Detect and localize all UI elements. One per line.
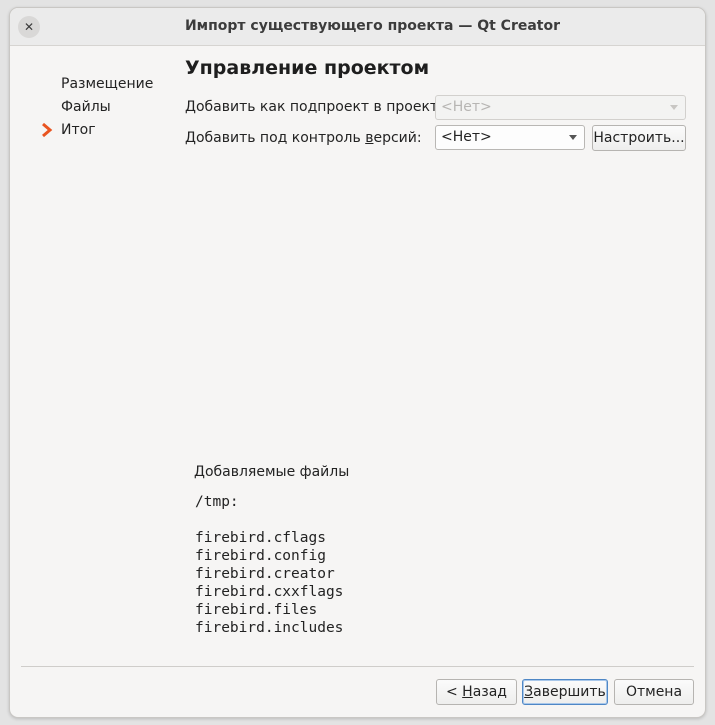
finish-suffix: авершить xyxy=(533,684,606,700)
vcs-value: <Нет> xyxy=(441,129,492,145)
wizard-steps: Размещение Файлы Итог xyxy=(40,74,153,143)
back-prefix: < xyxy=(445,684,463,700)
file-item: firebird.cxxflags xyxy=(195,584,344,600)
step-label: Итог xyxy=(61,122,96,138)
step-label: Файлы xyxy=(61,99,111,115)
back-suffix: азад xyxy=(472,684,507,700)
footer-divider xyxy=(21,666,694,667)
step-files: Файлы xyxy=(40,97,153,120)
subproject-value: <Нет> xyxy=(441,99,492,115)
vcs-label: Добавить под контроль версий: xyxy=(185,130,422,146)
back-button[interactable]: < Назад xyxy=(436,679,517,705)
finish-button[interactable]: Завершить xyxy=(522,679,608,705)
cancel-button[interactable]: Отмена xyxy=(614,679,694,705)
vcs-combobox[interactable]: <Нет> xyxy=(435,125,585,150)
file-item: firebird.files xyxy=(195,602,318,618)
files-list: /tmp: firebird.cflags firebird.config fi… xyxy=(195,493,343,637)
configure-button[interactable]: Настроить... xyxy=(592,125,686,151)
chevron-down-icon xyxy=(569,135,577,140)
file-item: firebird.includes xyxy=(195,620,344,636)
file-item: firebird.creator xyxy=(195,566,335,582)
step-placement: Размещение xyxy=(40,74,153,97)
files-directory: /tmp: xyxy=(195,494,239,510)
dialog-window: ✕ Импорт существующего проекта — Qt Crea… xyxy=(9,7,706,718)
subproject-combobox[interactable]: <Нет> xyxy=(435,95,686,120)
chevron-down-icon xyxy=(670,105,678,110)
window-title: Импорт существующего проекта — Qt Creato… xyxy=(184,18,561,34)
page-title: Управление проектом xyxy=(185,57,430,79)
step-summary: Итог xyxy=(40,120,153,143)
files-heading: Добавляемые файлы xyxy=(194,464,350,480)
back-mnemonic: Н xyxy=(462,684,473,700)
vcs-row: Добавить под контроль версий: xyxy=(185,125,422,151)
subproject-label: Добавить как подпроект в проект: xyxy=(185,99,443,115)
subproject-row: Добавить как подпроект в проект: xyxy=(185,94,443,120)
vcs-label-suffix: ерсий: xyxy=(373,130,422,146)
file-item: firebird.config xyxy=(195,548,326,564)
vcs-label-prefix: Добавить под контроль xyxy=(185,130,366,146)
finish-mnemonic: З xyxy=(524,684,534,700)
title-bar: ✕ Импорт существующего проекта — Qt Crea… xyxy=(10,8,705,46)
step-label: Размещение xyxy=(61,76,154,92)
current-step-arrow-icon xyxy=(42,122,53,138)
file-item: firebird.cflags xyxy=(195,530,326,546)
